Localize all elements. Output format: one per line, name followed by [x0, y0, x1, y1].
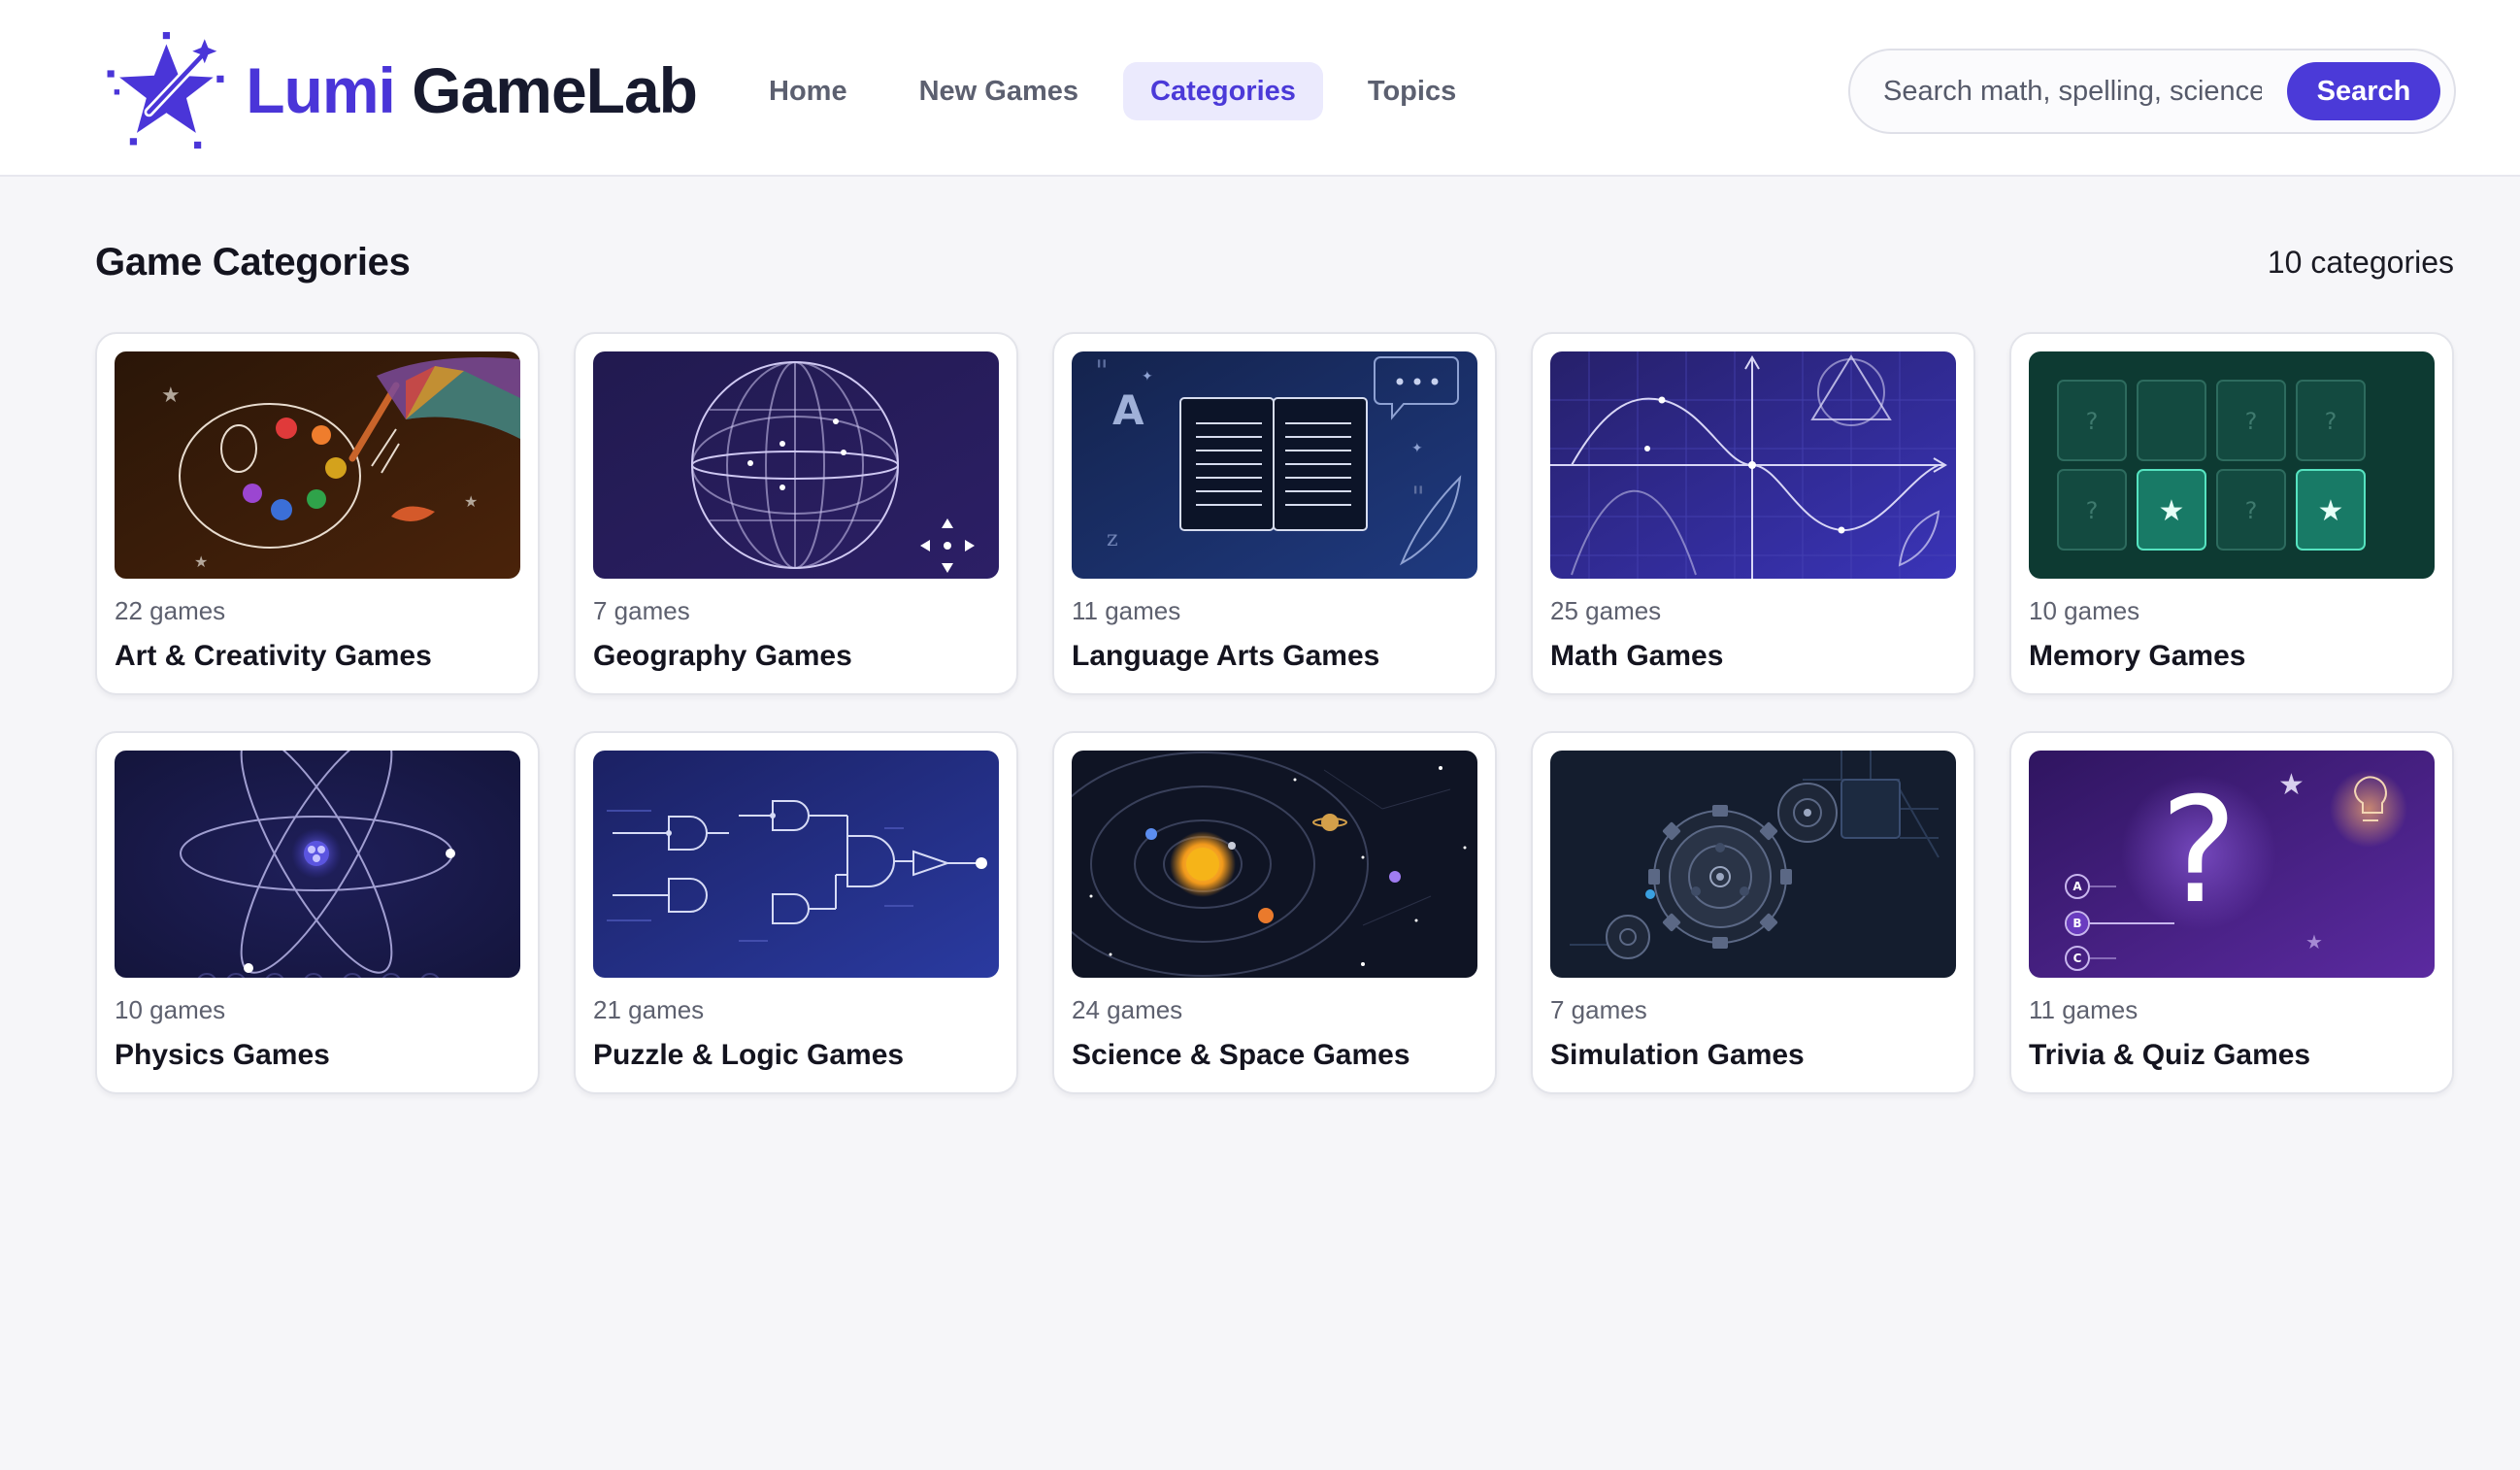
category-thumbnail [593, 751, 999, 978]
svg-text:": " [1411, 481, 1425, 515]
category-card-physics[interactable]: 10 games Physics Games [95, 731, 540, 1094]
svg-text:★: ★ [2318, 494, 2344, 528]
svg-text:": " [1095, 354, 1109, 388]
category-game-count: 11 games [1072, 596, 1181, 625]
svg-text:★: ★ [2278, 768, 2304, 802]
atom-icon [115, 751, 520, 978]
svg-text:A: A [1112, 386, 1144, 434]
category-card-math[interactable]: 25 games Math Games [1531, 332, 1975, 695]
category-card-memory[interactable]: ??? ?? ★ ★ 10 games Memory Games [2009, 332, 2454, 695]
site-logo[interactable]: Lumi GameLab [95, 17, 698, 163]
site-header: Lumi GameLab Home New Games Categories T… [0, 0, 2520, 177]
category-game-count: 11 games [2029, 995, 2139, 1024]
category-card-science-space[interactable]: 24 games Science & Space Games [1052, 731, 1497, 1094]
category-title: Puzzle & Logic Games [593, 1039, 905, 1071]
svg-text:✦: ✦ [1142, 369, 1153, 384]
nav-categories[interactable]: Categories [1123, 62, 1323, 120]
category-thumbnail: ★ ★ ★ [115, 351, 520, 579]
svg-text:C: C [2073, 952, 2082, 965]
globe-icon [593, 351, 999, 579]
main-nav: Home New Games Categories Topics [742, 62, 1483, 120]
category-title: Art & Creativity Games [115, 640, 432, 672]
category-game-count: 21 games [593, 995, 705, 1024]
svg-text:★: ★ [2305, 930, 2323, 953]
category-game-count: 10 games [115, 995, 226, 1024]
category-game-count: 7 games [1550, 995, 1647, 1024]
svg-text:★: ★ [464, 492, 478, 511]
svg-text:?: ? [2325, 408, 2338, 435]
category-thumbnail: ??? ?? ★ ★ [2029, 351, 2435, 579]
svg-text:★: ★ [194, 552, 208, 571]
category-game-count: 7 games [593, 596, 690, 625]
search-bar: Search [1848, 49, 2456, 134]
category-count: 10 categories [2267, 245, 2454, 280]
category-thumbnail [1550, 751, 1956, 978]
category-card-trivia-quiz[interactable]: ? ★ ★ A B C 11 games Trivia & Quiz Games [2009, 731, 2454, 1094]
question-mark-icon: ? ★ ★ A B C [2029, 751, 2435, 978]
gears-icon [1550, 751, 1956, 978]
svg-text:✦: ✦ [1411, 441, 1423, 456]
category-thumbnail [1072, 751, 1477, 978]
category-thumbnail [1550, 351, 1956, 579]
nav-topics[interactable]: Topics [1341, 62, 1483, 120]
logic-gates-icon [593, 751, 999, 978]
paint-palette-icon: ★ ★ ★ [115, 351, 520, 579]
category-game-count: 22 games [115, 596, 226, 625]
search-button[interactable]: Search [2287, 62, 2440, 120]
svg-text:?: ? [2086, 497, 2099, 524]
category-card-simulation[interactable]: 7 games Simulation Games [1531, 731, 1975, 1094]
category-title: Simulation Games [1550, 1039, 1805, 1071]
sine-wave-graph-icon [1550, 351, 1956, 579]
svg-text:★: ★ [161, 384, 181, 408]
category-title: Geography Games [593, 640, 852, 672]
svg-text:?: ? [2160, 767, 2238, 936]
logo-word-gamelab: GameLab [412, 54, 698, 126]
category-card-geography[interactable]: 7 games Geography Games [574, 332, 1018, 695]
svg-text:?: ? [2086, 408, 2099, 435]
category-thumbnail: ? ★ ★ A B C [2029, 751, 2435, 978]
category-game-count: 10 games [2029, 596, 2140, 625]
category-thumbnail: A z " " ✦ ✦ [1072, 351, 1477, 579]
category-title: Math Games [1550, 640, 1724, 672]
svg-text:★: ★ [2159, 494, 2185, 528]
svg-text:z: z [1107, 527, 1118, 551]
page-title: Game Categories [95, 241, 411, 284]
svg-text:B: B [2072, 917, 2081, 930]
solar-system-icon [1072, 751, 1477, 978]
svg-text:?: ? [2245, 408, 2258, 435]
nav-new-games[interactable]: New Games [892, 62, 1106, 120]
category-thumbnail [115, 751, 520, 978]
search-input[interactable] [1883, 64, 2262, 118]
category-title: Memory Games [2029, 640, 2246, 672]
svg-text:A: A [2072, 880, 2082, 893]
logo-wordmark: Lumi GameLab [246, 53, 698, 127]
category-grid: ★ ★ ★ 22 games Art & Creativity Games 7 … [95, 332, 2456, 1094]
category-card-art-creativity[interactable]: ★ ★ ★ 22 games Art & Creativity Games [95, 332, 540, 695]
open-book-icon: A z " " ✦ ✦ [1072, 351, 1477, 579]
category-title: Physics Games [115, 1039, 330, 1071]
category-title: Language Arts Games [1072, 640, 1380, 672]
category-title: Science & Space Games [1072, 1039, 1410, 1071]
category-game-count: 24 games [1072, 995, 1183, 1024]
sparkle-star-icon [107, 32, 224, 149]
svg-text:?: ? [2245, 497, 2258, 524]
category-card-language-arts[interactable]: A z " " ✦ ✦ 11 games Language Arts Games [1052, 332, 1497, 695]
logo-word-lumi: Lumi [246, 54, 396, 126]
category-game-count: 25 games [1550, 596, 1662, 625]
nav-home[interactable]: Home [742, 62, 875, 120]
category-card-puzzle-logic[interactable]: 21 games Puzzle & Logic Games [574, 731, 1018, 1094]
memory-cards-icon: ??? ?? ★ ★ [2029, 351, 2435, 579]
category-thumbnail [593, 351, 999, 579]
category-title: Trivia & Quiz Games [2029, 1039, 2311, 1071]
